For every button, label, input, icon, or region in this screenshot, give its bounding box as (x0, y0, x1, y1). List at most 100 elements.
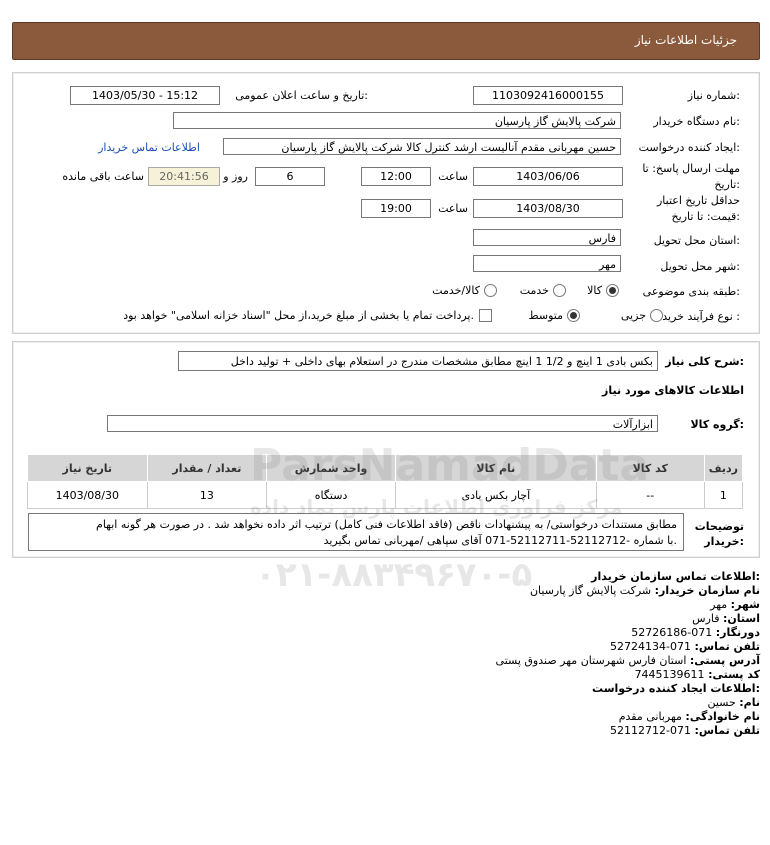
need-number-field: 1103092416000155 (473, 86, 623, 105)
col-code: کد کالا (595, 454, 705, 482)
process-minor-label: جزیی (620, 309, 646, 322)
remaining-label: ساعت باقی مانده (62, 170, 144, 183)
validity-time-label: ساعت (438, 202, 468, 215)
process-medium-label: متوسط (528, 309, 563, 322)
buyer-notes-label-2: خریدار: (704, 535, 744, 548)
buyer-notes-box: مطابق مستندات درخواستی/ به پیشنهادات ناق… (28, 513, 684, 551)
contact-city: شهر: مهر (710, 598, 760, 611)
contact-org-title: اطلاعات تماس سازمان خریدار: (591, 570, 760, 583)
contact-postal-value: 7445139611 (634, 668, 705, 681)
contact-first-name-label: نام: (739, 696, 760, 709)
province-field: فارس (473, 229, 621, 246)
province-label: استان محل تحویل: (653, 234, 740, 247)
contact-province-label: استان: (723, 612, 760, 625)
city-field: مهر (473, 255, 621, 272)
buyer-notes-label: توضیحات (694, 520, 744, 533)
category-goods-label: کالا (587, 284, 602, 297)
contact-last-name: نام خانوادگی: مهربانی مقدم (619, 710, 760, 723)
category-goods-radio[interactable] (606, 284, 619, 297)
contact-creator-phone-value: 071-52112712 (610, 724, 692, 737)
col-unit: واحد شمارش (266, 454, 396, 482)
validity-date-field: 1403/08/30 (473, 199, 623, 218)
cell-code: -- (595, 481, 705, 509)
goods-section-title: اطلاعات کالاهای مورد نیاز (602, 384, 744, 397)
goods-table-header: ردیف کد کالا نام کالا واحد شمارش تعداد /… (27, 454, 744, 482)
col-row: ردیف (703, 454, 744, 482)
table-row: 1 -- آچار بکس بادی دستگاه 13 1403/08/30 (27, 481, 744, 509)
contact-phone-value: 071-52724134 (610, 640, 692, 653)
process-minor-radio[interactable] (650, 309, 663, 322)
description-label: شرح کلی نیاز: (665, 355, 744, 368)
contact-creator-title: اطلاعات ایجاد کننده درخواست: (592, 682, 760, 695)
category-both-radio[interactable] (484, 284, 497, 297)
cell-name: آچار بکس بادی (394, 481, 597, 509)
announce-field: 1403/05/30 - 15:12 (70, 86, 220, 105)
category-both-label: کالا/خدمت (432, 284, 480, 297)
category-service-label: خدمت (519, 284, 549, 297)
deadline-time-label: ساعت (438, 170, 468, 183)
deadline-label: مهلت ارسال پاسخ: تا (642, 162, 740, 175)
contact-address-value: استان فارس شهرستان مهر صندوق پستی (495, 654, 687, 667)
remaining-timer: 20:41:56 (148, 167, 220, 186)
description-field: بکس بادی 1 اینچ و 1/2 1 اینچ مطابق مشخصا… (178, 351, 658, 371)
contact-city-label: شهر: (730, 598, 760, 611)
cell-date: 1403/08/30 (27, 481, 148, 509)
buyer-org-label: نام دستگاه خریدار: (653, 115, 740, 128)
deadline-date-field: 1403/06/06 (473, 167, 623, 186)
validity-label: حداقل تاریخ اعتبار (656, 194, 740, 207)
process-label: نوع فرآیند خرید : (662, 310, 740, 323)
buyer-notes-line-2: با شماره -52112712-52112711-071 آقای سپا… (323, 534, 677, 547)
contact-first-name-value: حسین (707, 696, 736, 709)
contact-last-name-label: نام خانوادگی: (685, 710, 760, 723)
need-number-label: شماره نیاز: (687, 89, 740, 102)
creator-field: حسین مهربانی مقدم آنالیست ارشد کنترل کال… (223, 138, 621, 155)
contact-address-label: آدرس پستی: (689, 654, 760, 667)
announce-label: تاریخ و ساعت اعلان عمومی: (235, 89, 368, 102)
buyer-notes-line-1: مطابق مستندات درخواستی/ به پیشنهادات ناق… (96, 518, 677, 531)
contact-creator-phone: تلفن تماس: 071-52112712 (610, 724, 760, 737)
contact-province-value: فارس (692, 612, 720, 625)
days-field: 6 (255, 167, 325, 186)
deadline-label-2: تاریخ: (714, 178, 740, 191)
city-label: شهر محل تحویل: (660, 260, 740, 273)
col-name: نام کالا (394, 454, 597, 482)
page-header: جزئیات اطلاعات نیاز (12, 22, 760, 60)
category-label: طبقه بندی موضوعی: (642, 285, 740, 298)
days-label: روز و (223, 170, 248, 183)
deadline-time-field: 12:00 (361, 167, 431, 186)
contact-last-name-value: مهربانی مقدم (618, 710, 682, 723)
contact-address: آدرس پستی: استان فارس شهرستان مهر صندوق … (496, 654, 760, 667)
buyer-org-field: شرکت پالایش گاز پارسیان (173, 112, 621, 129)
contact-province: استان: فارس (692, 612, 760, 625)
cell-unit: دستگاه (266, 481, 396, 509)
contact-section: اطلاعات تماس سازمان خریدار: نام سازمان خ… (60, 570, 760, 770)
treasury-payment-checkbox[interactable] (479, 309, 492, 322)
contact-buyer-name-value: شرکت پالایش گاز پارسیان (529, 584, 652, 597)
payment-note: پرداخت تمام یا بخشی از مبلغ خرید،از محل … (123, 309, 474, 322)
col-date: تاریخ نیاز (27, 454, 148, 482)
contact-postal: کد پستی: 7445139611 (635, 668, 760, 681)
creator-label: ایجاد کننده درخواست: (638, 141, 740, 154)
contact-phone: تلفن تماس: 071-52724134 (610, 640, 760, 653)
category-service-radio[interactable] (553, 284, 566, 297)
contact-phone-label: تلفن تماس: (694, 640, 760, 653)
goods-group-label: گروه کالا: (690, 418, 744, 431)
contact-buyer-name: نام سازمان خریدار: شرکت پالایش گاز پارسی… (530, 584, 760, 597)
contact-buyer-name-label: نام سازمان خریدار: (654, 584, 760, 597)
contact-postal-label: کد پستی: (708, 668, 760, 681)
contact-first-name: نام: حسین (707, 696, 760, 709)
contact-fax: دورنگار: 071-52726186 (631, 626, 760, 639)
goods-group-field: ابزارآلات (107, 415, 658, 432)
process-medium-radio[interactable] (567, 309, 580, 322)
contact-fax-label: دورنگار: (715, 626, 760, 639)
validity-time-field: 19:00 (361, 199, 431, 218)
contact-creator-phone-label: تلفن تماس: (694, 724, 760, 737)
validity-label-2: قیمت: تا تاریخ: (671, 210, 740, 223)
page-title: جزئیات اطلاعات نیاز (634, 33, 737, 47)
goods-table: ردیف کد کالا نام کالا واحد شمارش تعداد /… (27, 454, 744, 509)
buyer-contact-link[interactable]: اطلاعات تماس خریدار (98, 141, 200, 154)
contact-fax-value: 071-52726186 (631, 626, 713, 639)
cell-row: 1 (703, 481, 744, 509)
cell-qty: 13 (146, 481, 268, 509)
contact-city-value: مهر (710, 598, 728, 611)
